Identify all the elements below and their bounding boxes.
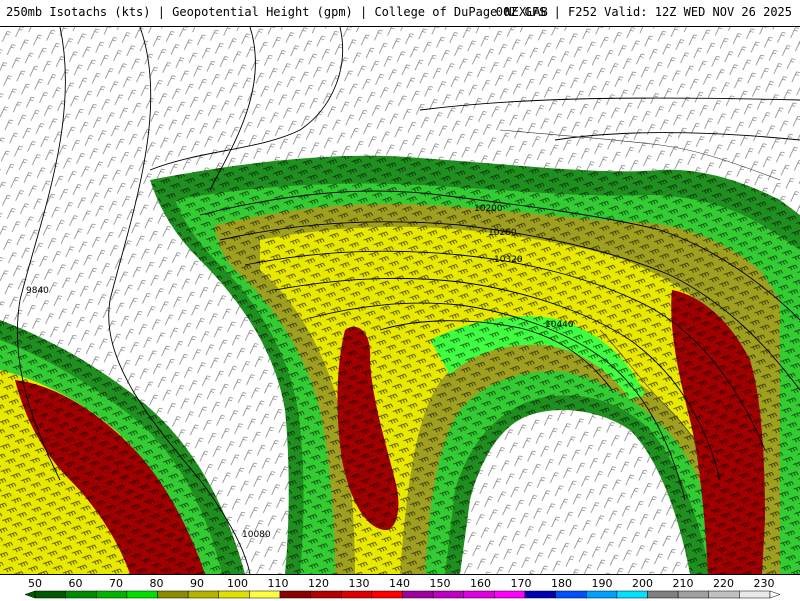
colorbar-swatch bbox=[341, 590, 373, 599]
contour-label-10440: 10440 bbox=[545, 320, 574, 330]
colorbar-tick-180: 180 bbox=[551, 577, 572, 590]
colorbar-swatch bbox=[616, 590, 648, 599]
contour-label-9840: 9840 bbox=[26, 286, 49, 296]
colorbar-swatch bbox=[218, 590, 250, 599]
colorbar-swatch bbox=[524, 590, 556, 599]
colorbar-swatch bbox=[371, 590, 403, 599]
colorbar-swatch bbox=[739, 590, 771, 599]
colorbar-swatch bbox=[555, 590, 587, 599]
contour-label-10320: 10320 bbox=[494, 255, 523, 265]
colorbar-swatch bbox=[157, 590, 189, 599]
colorbar-swatch bbox=[249, 590, 281, 599]
colorbar-arrow-right-icon bbox=[769, 590, 781, 599]
colorbar-tick-140: 140 bbox=[389, 577, 410, 590]
colorbar-swatch bbox=[586, 590, 618, 599]
colorbar-tick-110: 110 bbox=[268, 577, 289, 590]
valid-time: 00Z GFS | F252 Valid: 12Z WED NOV 26 202… bbox=[495, 5, 792, 19]
colorbar-tick-150: 150 bbox=[430, 577, 451, 590]
colorbar-tick-130: 130 bbox=[349, 577, 370, 590]
colorbar-swatch bbox=[279, 590, 311, 599]
colorbar-swatch bbox=[402, 590, 434, 599]
colorbar-swatch bbox=[432, 590, 464, 599]
colorbar-swatch bbox=[647, 590, 679, 599]
contour-label-10080: 10080 bbox=[242, 530, 271, 540]
colorbar-tick-70: 70 bbox=[109, 577, 123, 590]
colorbar-svg: 50 60 70 80 90 100 110 120 130 140 150 160 170 180 190… bbox=[24, 577, 781, 599]
isotach-colorbar: 50 60 70 80 90 100 110 120 130 140 150 160 170 180 190… bbox=[0, 574, 800, 601]
colorbar-tick-220: 220 bbox=[713, 577, 734, 590]
contour-label-10200: 10200 bbox=[474, 204, 503, 214]
colorbar-tick-230: 230 bbox=[754, 577, 775, 590]
weather-map: 250mb Isotachs (kts) | Geopotential Heig… bbox=[0, 0, 800, 601]
map-plot: 10200 10260 10320 10440 9840 10080 bbox=[0, 27, 800, 574]
colorbar-tick-90: 90 bbox=[190, 577, 204, 590]
colorbar-tick-100: 100 bbox=[227, 577, 248, 590]
colorbar-swatch bbox=[677, 590, 709, 599]
colorbar-tick-160: 160 bbox=[470, 577, 491, 590]
colorbar-swatch bbox=[96, 590, 128, 599]
colorbar-swatch bbox=[463, 590, 495, 599]
colorbar-tick-200: 200 bbox=[632, 577, 653, 590]
colorbar-swatch bbox=[187, 590, 219, 599]
colorbar-swatches bbox=[24, 590, 781, 599]
colorbar-tick-labels: 50 60 70 80 90 100 110 120 130 140 150 160 170 180 190… bbox=[28, 577, 775, 590]
map-header: 250mb Isotachs (kts) | Geopotential Heig… bbox=[0, 0, 800, 27]
colorbar-swatch bbox=[126, 590, 158, 599]
colorbar-tick-120: 120 bbox=[308, 577, 329, 590]
colorbar-swatch bbox=[34, 590, 66, 599]
colorbar-tick-50: 50 bbox=[28, 577, 42, 590]
colorbar-tick-80: 80 bbox=[150, 577, 164, 590]
colorbar-swatch bbox=[708, 590, 740, 599]
colorbar-tick-190: 190 bbox=[592, 577, 613, 590]
contour-label-10260: 10260 bbox=[488, 228, 517, 238]
colorbar-tick-210: 210 bbox=[673, 577, 694, 590]
colorbar-swatch bbox=[65, 590, 97, 599]
product-title: 250mb Isotachs (kts) | Geopotential Heig… bbox=[6, 5, 548, 19]
colorbar-tick-170: 170 bbox=[511, 577, 532, 590]
colorbar-tick-60: 60 bbox=[69, 577, 83, 590]
colorbar-swatch bbox=[310, 590, 342, 599]
colorbar-swatch bbox=[494, 590, 526, 599]
colorbar-arrow-left-icon bbox=[24, 590, 36, 599]
